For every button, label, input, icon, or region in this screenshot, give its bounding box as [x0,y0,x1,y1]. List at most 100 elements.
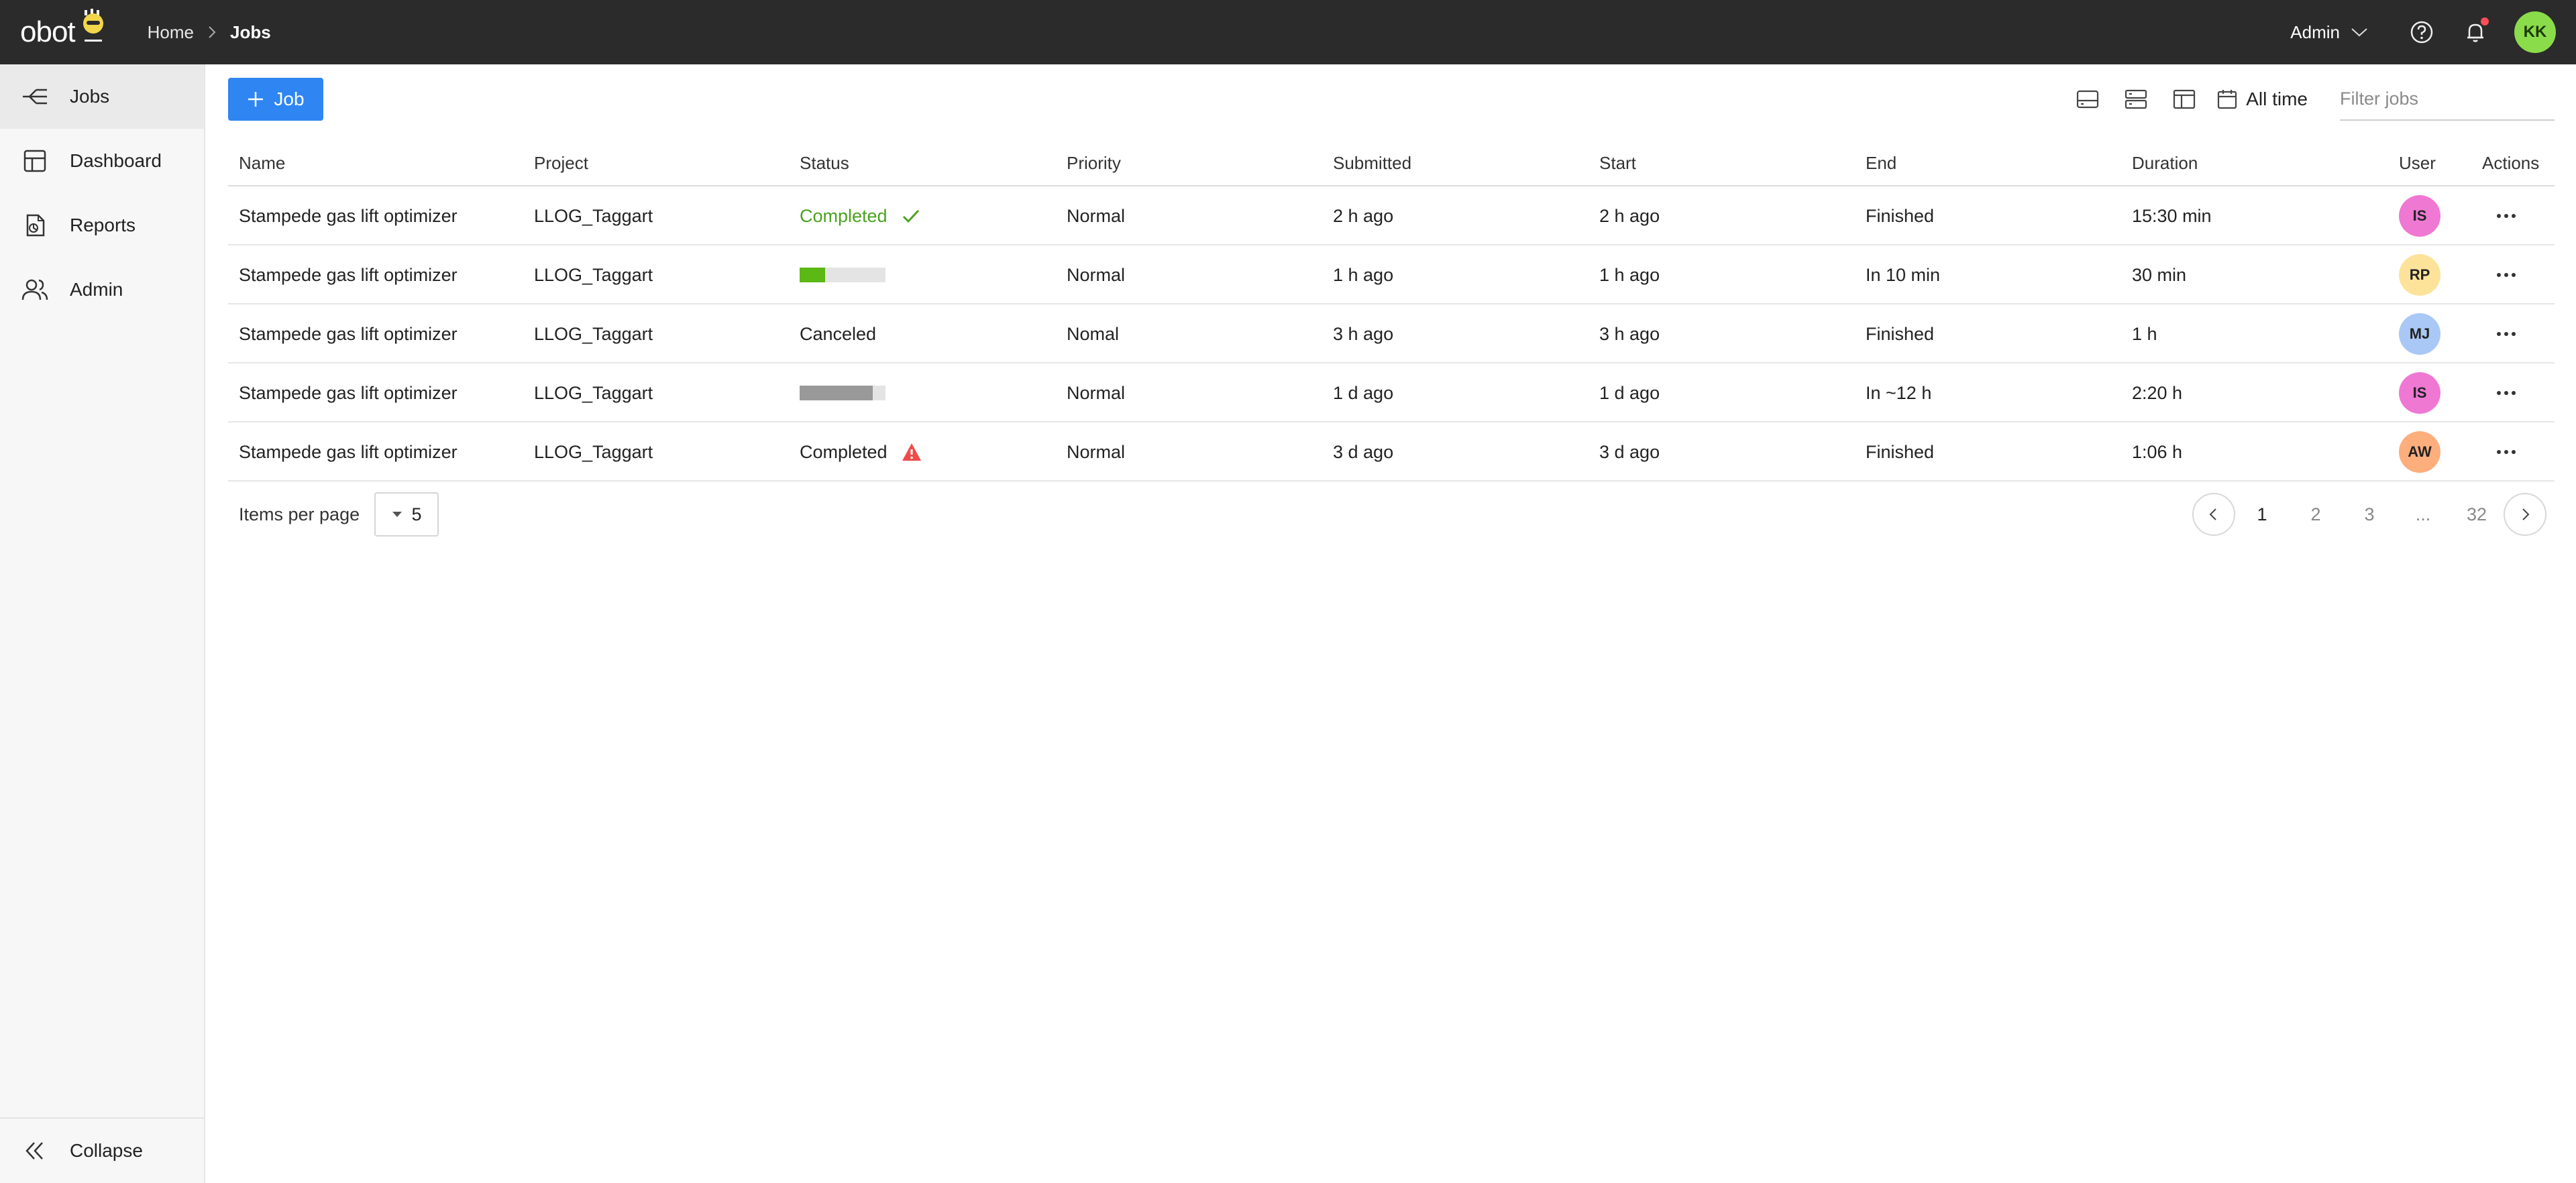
pagination: 1 2 3 ... 32 [2192,492,2546,537]
progress-bar [800,386,885,400]
table-row[interactable]: Stampede gas lift optimizer LLOG_Taggart C… [228,422,2555,482]
column-header-status[interactable]: Status [800,153,849,174]
view-columns-button[interactable] [2168,83,2200,115]
status-cell [800,363,885,422]
view-list-button[interactable] [2120,83,2152,115]
more-actions-button[interactable] [2490,377,2522,409]
table-footer: Items per page 5 1 2 3 ... 32 [228,492,2555,539]
time-range-label: All time [2246,89,2308,109]
view-list-icon [2125,89,2147,109]
more-actions-button[interactable] [2490,200,2522,232]
notification-badge [2481,17,2489,25]
users-icon [21,276,48,303]
column-header-name[interactable]: Name [239,153,285,174]
priority-cell: Normal [1067,264,1126,285]
job-name-cell: Stampede gas lift optimizer [239,441,458,462]
submitted-cell: 2 h ago [1333,205,1394,226]
previous-page-button[interactable] [2192,493,2235,536]
submitted-cell: 1 d ago [1333,382,1394,403]
table-row[interactable]: Stampede gas lift optimizer LLOG_Taggart C… [228,304,2555,363]
more-actions-button[interactable] [2490,436,2522,468]
column-header-priority[interactable]: Priority [1067,153,1121,174]
table-row[interactable]: Stampede gas lift optimizer LLOG_Taggart N… [228,363,2555,422]
column-header-start[interactable]: Start [1599,153,1636,174]
breadcrumb-current: Jobs [230,21,271,42]
sidebar-item-label: Admin [70,279,123,300]
project-cell: LLOG_Taggart [534,205,653,226]
items-per-page-select[interactable]: 5 [374,492,439,537]
start-cell: 2 h ago [1599,205,1660,226]
avatar[interactable]: RP [2399,254,2440,296]
sidebar-item-dashboard[interactable]: Dashboard [0,129,204,193]
admin-menu-button[interactable]: Admin [2290,22,2369,43]
actions-cell [2490,363,2522,422]
next-page-button[interactable] [2504,493,2546,536]
user-avatar[interactable]: KK [2514,11,2556,53]
sidebar: Jobs Dashboard Reports Admin Collapse [0,64,205,1183]
status-cell: Completed [800,422,922,482]
user-cell: IS [2399,363,2440,422]
column-header-duration[interactable]: Duration [2132,153,2198,174]
status-cell: Canceled [800,304,876,363]
more-actions-button[interactable] [2490,318,2522,350]
help-button[interactable] [2407,17,2436,47]
logo-mark-icon [83,9,103,42]
page-last-button[interactable]: 32 [2450,504,2504,525]
end-cell: Finished [1866,323,1935,344]
chevron-left-icon [2209,508,2216,520]
table-row[interactable]: Stampede gas lift optimizer LLOG_Taggart N… [228,245,2555,304]
column-header-user[interactable]: User [2399,153,2436,174]
table-row[interactable]: Stampede gas lift optimizer LLOG_Taggart C… [228,186,2555,245]
status-cell: Completed [800,186,921,245]
progress-bar [800,268,885,282]
add-job-button[interactable]: Job [228,78,323,121]
column-header-end[interactable]: End [1866,153,1896,174]
job-name-cell: Stampede gas lift optimizer [239,382,458,403]
time-range-button[interactable]: All time [2216,89,2308,110]
view-compact-button[interactable] [2072,83,2104,115]
project-cell: LLOG_Taggart [534,382,653,403]
column-header-submitted[interactable]: Submitted [1333,153,1411,174]
collapse-label: Collapse [70,1140,143,1161]
table-toolbar: All time [2055,78,2555,121]
page-3-button[interactable]: 3 [2343,504,2396,525]
progress-fill [800,386,873,400]
top-right-controls: Admin KK [2290,0,2556,64]
app-logo[interactable]: obot [20,0,107,64]
sidebar-item-reports[interactable]: Reports [0,193,204,258]
column-header-project[interactable]: Project [534,153,588,174]
more-horizontal-icon [2497,391,2516,395]
start-cell: 1 d ago [1599,382,1660,403]
sidebar-item-label: Dashboard [70,150,162,171]
jobs-icon [21,83,48,110]
logo-text: obot [20,15,76,48]
priority-cell: Normal [1067,441,1126,462]
more-actions-button[interactable] [2490,259,2522,291]
duration-cell: 30 min [2132,264,2187,285]
page-2-button[interactable]: 2 [2289,504,2343,525]
avatar[interactable]: IS [2399,372,2440,414]
chevron-right-icon [2522,508,2530,520]
notifications-button[interactable] [2461,17,2490,47]
page-1-button[interactable]: 1 [2235,504,2289,525]
sidebar-item-jobs[interactable]: Jobs [0,64,204,129]
user-cell: RP [2399,245,2440,304]
table-header: Name Project Status Priority Submitted S… [228,145,2555,186]
avatar[interactable]: AW [2399,431,2440,473]
user-cell: IS [2399,186,2440,245]
breadcrumb-home[interactable]: Home [148,22,194,43]
project-cell: LLOG_Taggart [534,264,653,285]
end-cell: Finished [1866,441,1935,462]
plus-icon [248,92,264,107]
check-icon [901,206,921,226]
chevron-down-icon [2351,28,2367,37]
filter-jobs-input[interactable] [2340,78,2555,121]
table-body: Stampede gas lift optimizer LLOG_Taggart C… [228,186,2555,482]
sidebar-item-admin[interactable]: Admin [0,258,204,322]
avatar[interactable]: IS [2399,195,2440,237]
start-cell: 3 h ago [1599,323,1660,344]
chevron-right-icon [209,26,216,38]
collapse-sidebar-button[interactable]: Collapse [0,1117,204,1183]
avatar[interactable]: MJ [2399,313,2440,355]
start-cell: 3 d ago [1599,441,1660,462]
